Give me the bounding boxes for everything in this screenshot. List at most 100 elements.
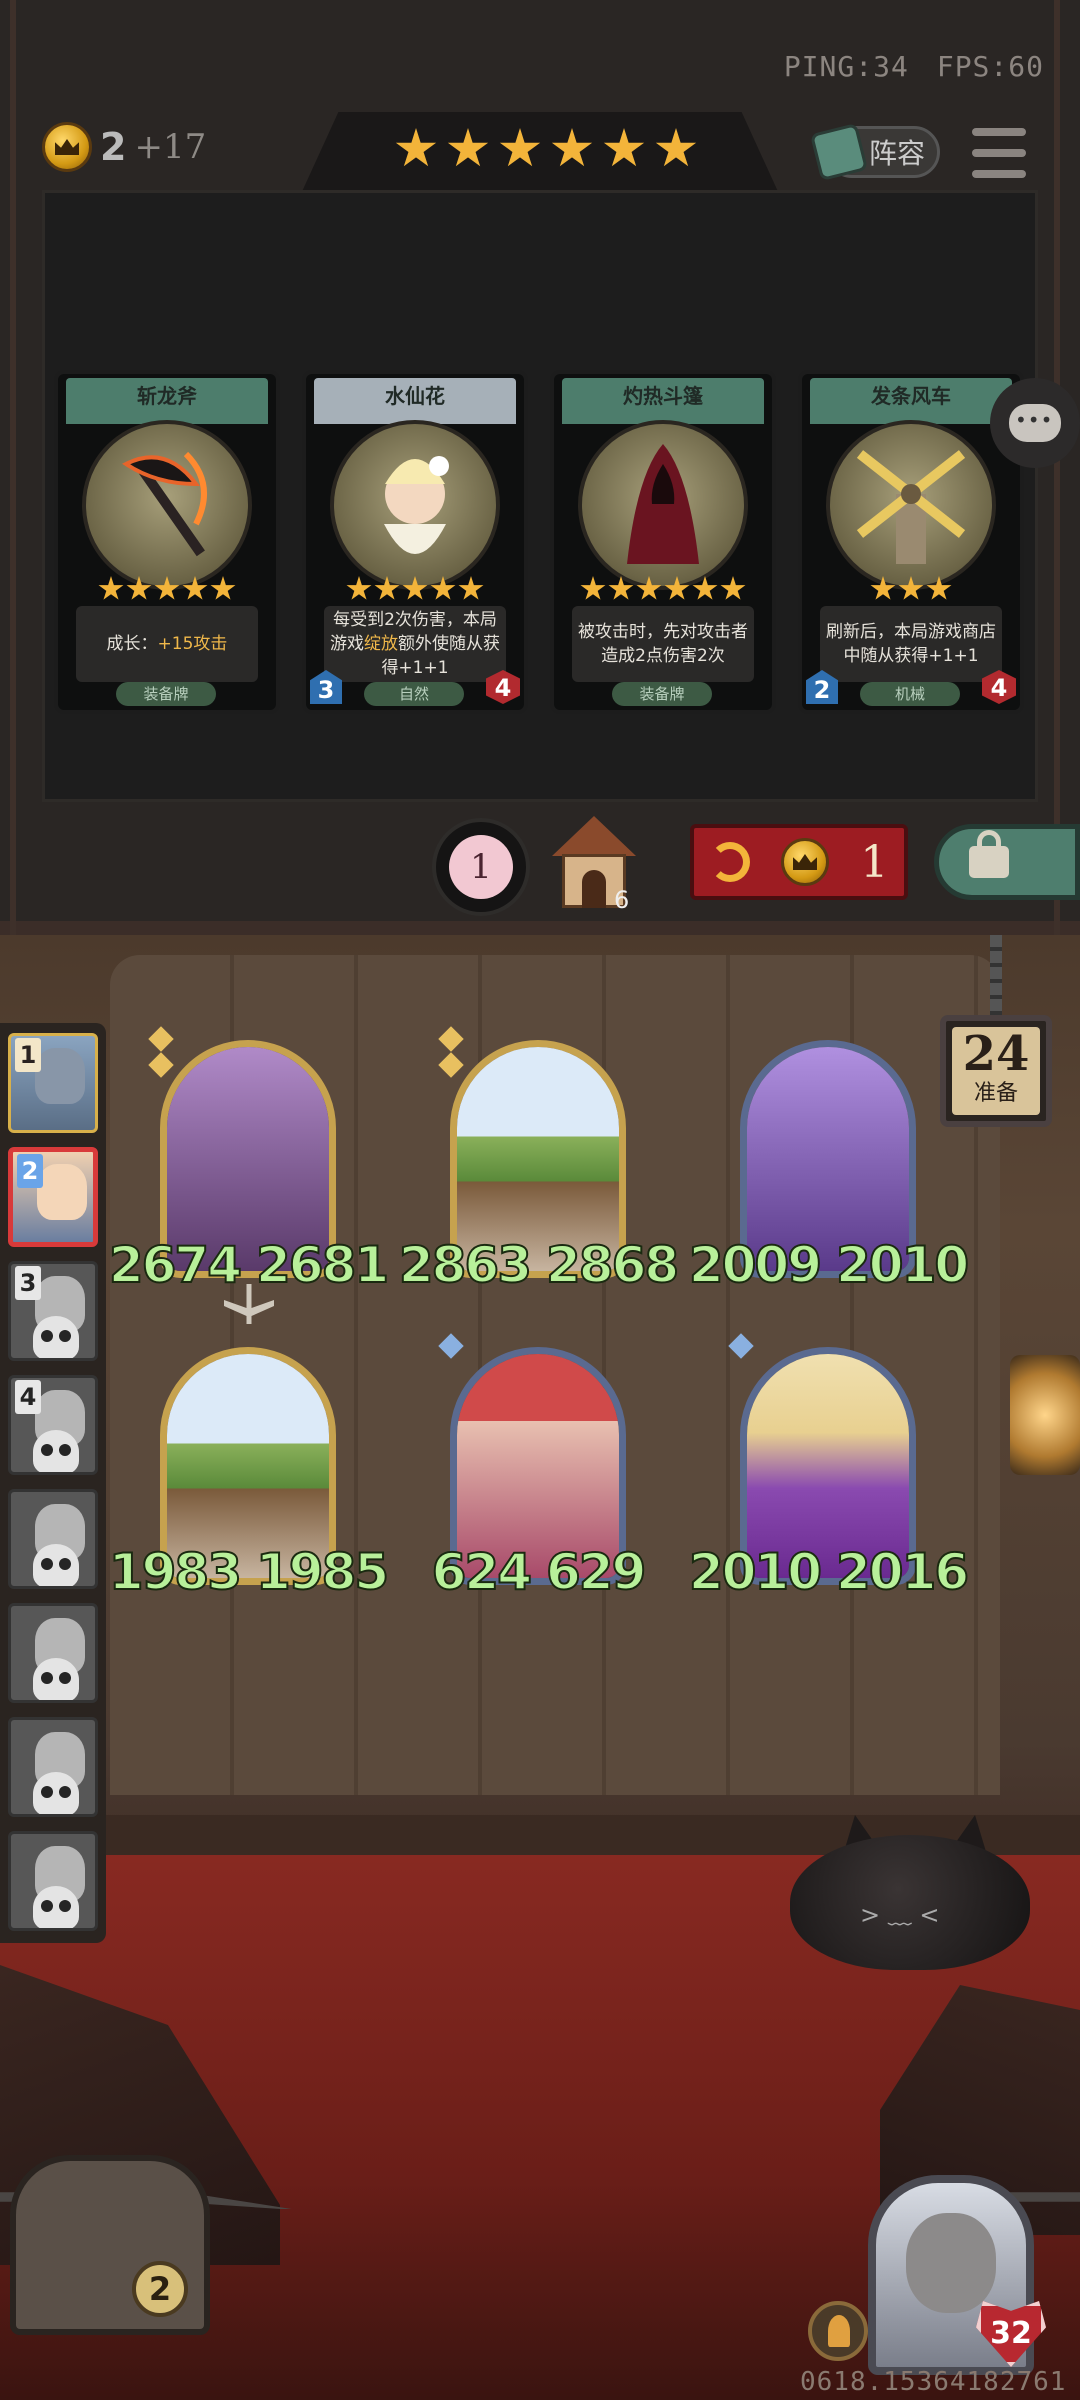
game-seed: 0618.15364182761 <box>800 2367 1067 2397</box>
player-rank: 4 <box>15 1380 41 1414</box>
card-art-windmill <box>826 420 996 590</box>
refresh-button[interactable]: 1 <box>690 824 908 900</box>
star-icon <box>926 576 952 600</box>
minion-health: 2868 <box>545 1235 680 1295</box>
minion-health: 2681 <box>255 1235 390 1295</box>
leaderboard-player[interactable] <box>8 1489 98 1589</box>
card-tribe-tag: 装备牌 <box>612 682 712 706</box>
star-icon <box>447 128 489 167</box>
card-stars <box>554 576 772 602</box>
player-rank: 3 <box>15 1266 41 1300</box>
leaderboard-player[interactable]: 4 <box>8 1375 98 1475</box>
card-description: 刷新后，本局游戏商店中随从获得+1+1 <box>820 606 1002 682</box>
turn-timer: 24 准备 <box>940 1015 1052 1127</box>
card-keyword: 绽放 <box>364 634 398 654</box>
leaderboard-player[interactable]: 2 <box>8 1147 98 1247</box>
star-icon <box>458 576 484 600</box>
chest-count: 2 <box>132 2261 188 2317</box>
ping-readout: PING:34 <box>783 50 909 83</box>
battle-board: 1234 24 准备 2674 2681 2863 2868 2009 2010 1983 1… <box>0 935 1080 2400</box>
turn-phase: 准备 <box>973 1081 1018 1106</box>
gold-coin-icon <box>780 838 829 886</box>
unlock-icon <box>969 830 1009 878</box>
refresh-arrow-icon <box>709 842 750 882</box>
minion-attack: 2009 <box>688 1235 823 1295</box>
shop-card[interactable]: 水仙花 每受到2次伤害，本局游戏绽放额外使随从获得+1+1 自然 3 4 <box>302 370 528 714</box>
board-minion[interactable]: 624 629 <box>431 1333 647 1602</box>
book-icon <box>809 122 869 182</box>
star-icon <box>374 576 400 600</box>
lineup-button[interactable]: 阵容 <box>809 122 940 182</box>
chat-button[interactable] <box>990 378 1080 468</box>
star-icon <box>580 576 606 600</box>
card-art-narcissus <box>330 420 500 590</box>
shop-card[interactable]: 灼热斗篷 被攻击时，先对攻击者造成2点伤害2次 装备牌 <box>550 370 776 714</box>
hamburger-icon <box>972 128 1026 136</box>
player-rank: 1 <box>15 1038 41 1072</box>
timer-chain <box>990 935 1002 1017</box>
leaderboard-player[interactable] <box>8 1831 98 1931</box>
turn-seconds: 24 <box>962 1026 1030 1082</box>
skull-icon <box>33 1658 79 1700</box>
card-art-cloak <box>578 420 748 590</box>
tavern-upgrade-button[interactable]: 1 <box>432 818 530 916</box>
hero-power-button[interactable] <box>808 2301 868 2361</box>
house-button[interactable]: 6 <box>552 816 636 914</box>
minion-health: 2010 <box>835 1235 970 1295</box>
star-icon <box>430 576 456 600</box>
star-icon <box>898 576 924 600</box>
minion-health: 2016 <box>835 1542 970 1602</box>
minion-attack: 2010 <box>688 1542 823 1602</box>
star-icon <box>664 576 690 600</box>
house-count: 6 <box>614 886 630 914</box>
skull-icon <box>33 1316 79 1358</box>
card-name: 斩龙斧 <box>137 384 197 408</box>
board-minion[interactable]: 2010 2016 <box>688 1333 970 1602</box>
network-status: PING:34 FPS:60 <box>756 50 1044 83</box>
minion-attack: 1983 <box>108 1542 243 1602</box>
gold-coin-icon <box>42 122 92 172</box>
board-minion[interactable]: 2863 2868 <box>398 1026 680 1295</box>
refresh-cost: 1 <box>860 836 889 888</box>
card-tribe-tag: 装备牌 <box>116 682 216 706</box>
star-icon <box>499 128 541 167</box>
star-icon <box>210 576 236 600</box>
star-icon <box>98 576 124 600</box>
leaderboard-player[interactable] <box>8 1717 98 1817</box>
freeze-shop-button[interactable] <box>934 824 1080 900</box>
player-leaderboard: 1 2 3 4 <box>0 1023 106 1943</box>
card-stars <box>306 576 524 602</box>
leaderboard-player[interactable]: 3 <box>8 1261 98 1361</box>
minion-health: 1985 <box>255 1542 390 1602</box>
star-icon <box>154 576 180 600</box>
star-icon <box>346 576 372 600</box>
card-stars <box>58 576 276 602</box>
treasure-chest[interactable]: 2 <box>10 2155 210 2335</box>
card-description: 成长：+15攻击 <box>76 606 258 682</box>
star-icon <box>655 128 697 167</box>
star-icon <box>126 576 152 600</box>
shop-card[interactable]: 斩龙斧成长：+15攻击 装备牌 <box>54 370 280 714</box>
leaderboard-player[interactable] <box>8 1603 98 1703</box>
pet-slime[interactable]: > ﹏ < <box>790 1815 1030 1975</box>
card-description: 每受到2次伤害，本局游戏绽放额外使随从获得+1+1 <box>324 606 506 682</box>
star-icon <box>551 128 593 167</box>
card-tribe-tag: 自然 <box>364 682 464 706</box>
hero-avatar <box>906 2213 996 2313</box>
skull-icon <box>33 1772 79 1814</box>
star-icon <box>870 576 896 600</box>
minion-attack: 624 <box>431 1542 533 1602</box>
slime-face-icon: > ﹏ < <box>860 1901 940 1929</box>
star-icon <box>402 576 428 600</box>
card-art-axe <box>82 420 252 590</box>
card-keyword: +15攻击 <box>157 634 228 654</box>
menu-button[interactable] <box>972 128 1026 178</box>
board-minion[interactable]: 2674 2681 <box>108 1026 390 1324</box>
board-minion[interactable]: 2009 2010 <box>688 1040 970 1295</box>
board-minion[interactable]: 1983 1985 <box>108 1347 390 1602</box>
tavern-tier-stars <box>395 128 697 170</box>
skull-icon <box>33 1430 79 1472</box>
chat-bubble-icon <box>1009 404 1061 442</box>
gold-income: +17 <box>134 127 207 167</box>
leaderboard-player[interactable]: 1 <box>8 1033 98 1133</box>
